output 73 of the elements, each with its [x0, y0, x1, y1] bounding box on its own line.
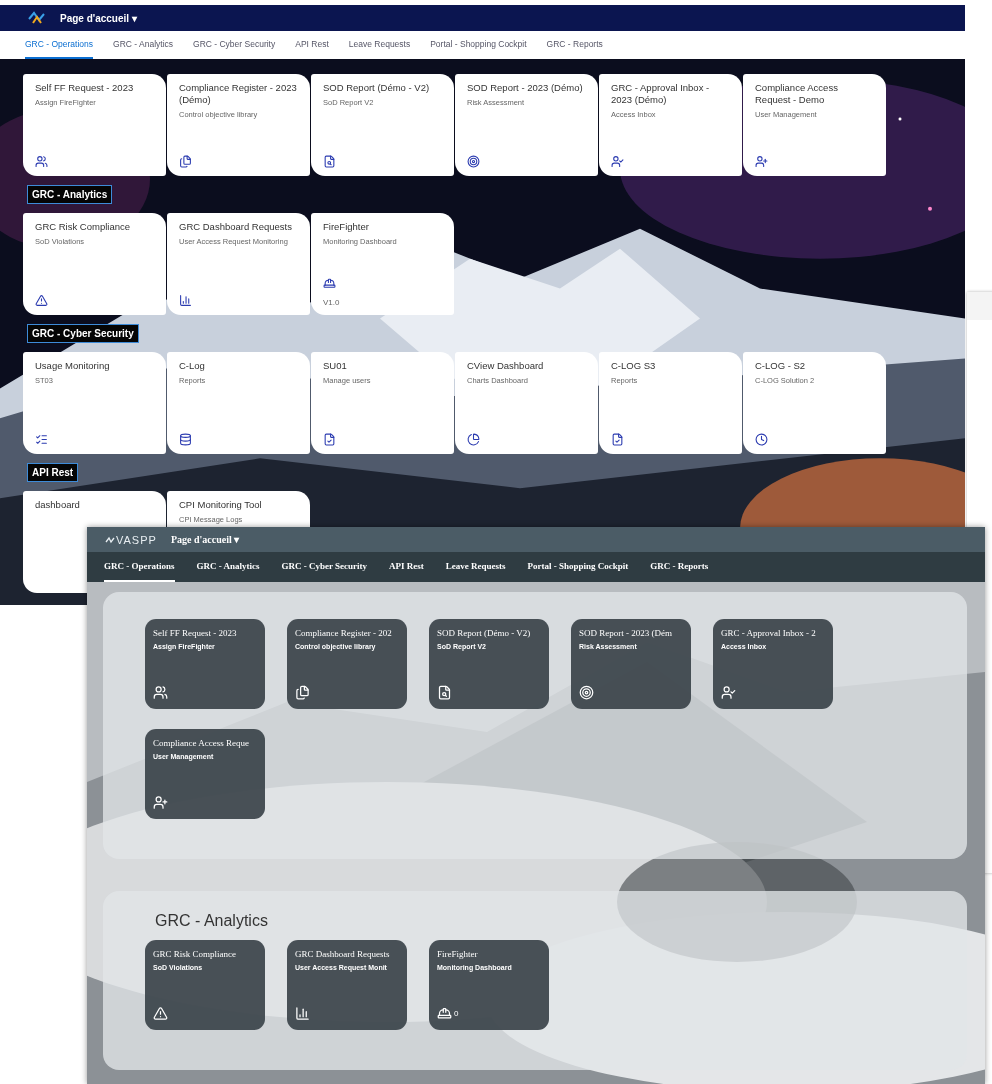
bar-chart-icon: [179, 294, 192, 307]
tile-title: Self FF Request - 2023: [153, 628, 238, 640]
worker-icon: [323, 277, 336, 290]
target-icon: [579, 685, 594, 700]
nav-tab[interactable]: API Rest: [389, 552, 424, 582]
tile-title: GRC Risk Compliance: [153, 949, 237, 961]
group-heading: GRC - Cyber Security: [27, 324, 139, 343]
tile-title: FireFighter: [437, 949, 479, 961]
target-icon: [467, 155, 480, 168]
bar-chart-icon: [295, 1006, 310, 1021]
group-heading: GRC - Analytics: [27, 185, 113, 204]
tile-title: GRC Dashboard Requests: [179, 221, 293, 233]
tile-title: CView Dashboard: [467, 360, 545, 372]
document-search-icon: [323, 155, 336, 168]
tile-title: GRC Risk Compliance: [35, 221, 132, 233]
tile-info: 0: [454, 1009, 459, 1018]
tile-title: FireFighter: [323, 221, 370, 233]
group-heading: GRC - Analytics: [155, 912, 269, 930]
nav-tab[interactable]: Portal - Shopping Cockpit: [527, 552, 629, 582]
nav-tab[interactable]: GRC - Analytics: [113, 31, 174, 59]
tile-title: Compliance Register - 202: [295, 628, 393, 640]
logo-text: VASPP: [116, 533, 157, 546]
nav-tab[interactable]: Leave Requests: [445, 552, 506, 582]
tile-title: C-Log: [179, 360, 206, 372]
tile-info: V1.0: [323, 298, 341, 307]
user-plus-icon: [153, 795, 168, 810]
tile-title: GRC - Approval Inbox - 2023 (Démo): [611, 82, 711, 106]
nav-tab[interactable]: Leave Requests: [348, 31, 411, 59]
tile-title: SOD Report (Démo - V2): [323, 82, 431, 94]
logo-icon: [105, 535, 115, 544]
user-check-icon: [611, 155, 624, 168]
nav-tab[interactable]: GRC - Reports: [546, 31, 603, 59]
logo-icon: [28, 11, 46, 25]
tile-title: dashboard: [35, 499, 81, 511]
document-check-icon: [611, 433, 624, 446]
user-check-icon: [721, 685, 736, 700]
files-icon: [179, 155, 192, 168]
tile-title: SOD Report (Démo - V2): [437, 628, 532, 640]
nav-tab[interactable]: GRC - Reports: [650, 552, 709, 582]
tile-title: Usage Monitoring: [35, 360, 111, 372]
tile-title: SOD Report - 2023 (Dém: [579, 628, 673, 640]
checklist-icon: [35, 433, 48, 446]
nav-tab[interactable]: GRC - Analytics: [196, 552, 260, 582]
tile-title: SU01: [323, 360, 348, 372]
nav-tab[interactable]: GRC - Cyber Security: [193, 31, 276, 59]
nav-tab[interactable]: API Rest: [295, 31, 329, 59]
users-icon: [35, 155, 48, 168]
database-icon: [179, 433, 192, 446]
document-search-icon: [437, 685, 452, 700]
group-heading: API Rest: [27, 463, 79, 482]
users-icon: [153, 685, 168, 700]
nav-tab[interactable]: Portal - Shopping Cockpit: [430, 31, 527, 59]
tile-title: C-LOG - S2: [755, 360, 807, 372]
document-check-icon: [323, 433, 336, 446]
files-icon: [295, 685, 310, 700]
tile-title: Compliance Access Reque: [153, 738, 250, 750]
tile-title: C-LOG S3: [611, 360, 657, 372]
page-menu[interactable]: Page d'accueil ▾: [60, 12, 137, 24]
tile-title: Compliance Access Request - Demo: [755, 82, 839, 106]
warning-icon: [35, 294, 48, 307]
nav-tab[interactable]: GRC - Cyber Security: [281, 552, 368, 582]
tile-title: GRC - Approval Inbox - 2: [721, 628, 817, 640]
tile-title: SOD Report - 2023 (Démo): [467, 82, 584, 94]
tile-title: Compliance Register - 2023 (Démo): [179, 82, 298, 106]
worker-icon: [437, 1006, 452, 1021]
clock-icon: [755, 433, 768, 446]
tile-title: GRC Dashboard Requests: [295, 949, 391, 961]
tile-title: CPI Monitoring Tool: [179, 499, 263, 511]
tile-title: Self FF Request - 2023: [35, 82, 135, 94]
warning-icon: [153, 1006, 168, 1021]
user-plus-icon: [755, 155, 768, 168]
page-menu[interactable]: Page d'accueil ▾: [170, 534, 240, 545]
pie-chart-icon: [467, 433, 480, 446]
